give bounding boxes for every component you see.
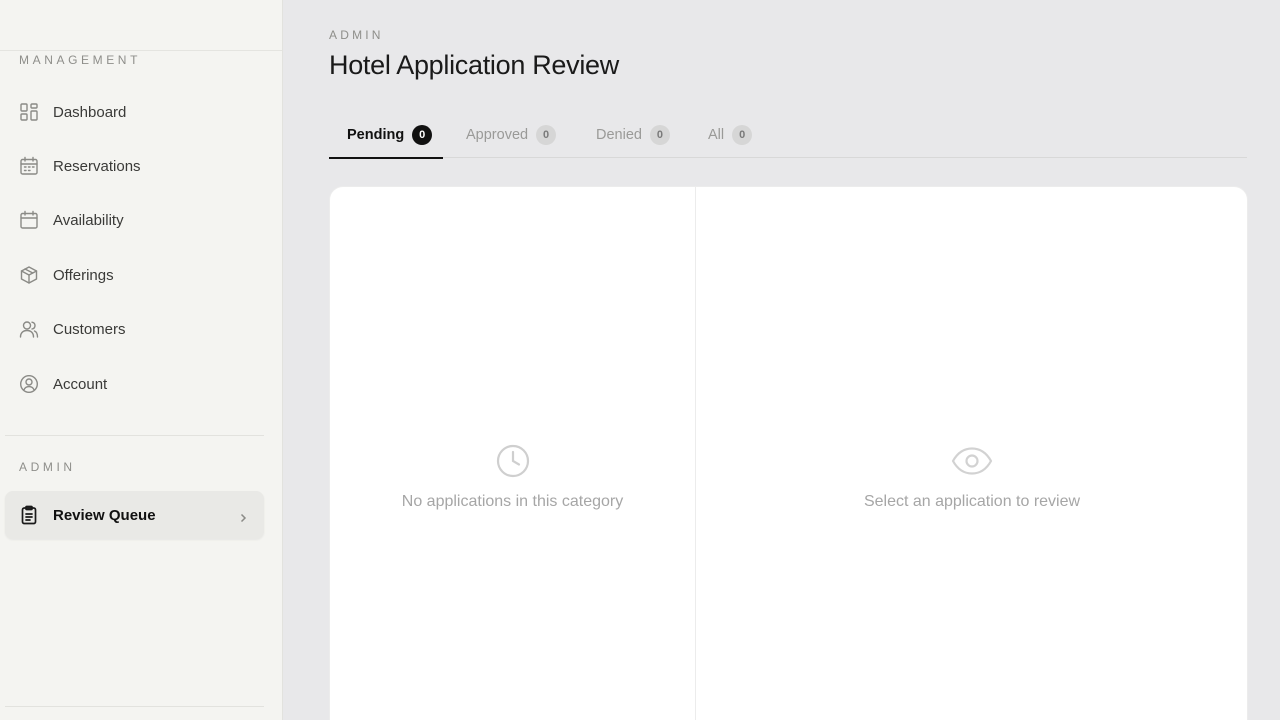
tab-count-badge: 0 — [649, 125, 670, 145]
sidebar-item-reservations[interactable]: Reservations — [5, 142, 264, 190]
eye-icon — [950, 443, 994, 479]
sidebar-item-review-queue[interactable]: Review Queue — [5, 491, 264, 539]
sidebar-item-label: Review Queue — [53, 506, 156, 524]
calendar-icon — [18, 209, 40, 231]
sidebar-item-label: Availability — [53, 211, 124, 229]
clock-icon — [495, 443, 531, 479]
app-root: MANAGEMENT Dashboard Reservations Availa… — [0, 0, 1280, 720]
sidebar: MANAGEMENT Dashboard Reservations Availa… — [0, 0, 283, 720]
sidebar-bottom-divider — [5, 706, 264, 707]
sidebar-admin-divider — [5, 435, 264, 436]
clipboard-icon — [18, 504, 40, 526]
tab-count-badge: 0 — [412, 125, 433, 145]
tab-label: Approved — [466, 127, 529, 143]
sidebar-item-label: Customers — [53, 320, 126, 338]
sidebar-item-dashboard[interactable]: Dashboard — [5, 88, 264, 136]
users-icon — [18, 318, 40, 340]
tab-pending[interactable]: Pending 0 — [329, 112, 443, 159]
status-tabs: Pending 0 Approved 0 Denied 0 All 0 — [329, 112, 1247, 159]
tab-label: Pending — [347, 127, 405, 143]
sidebar-item-account[interactable]: Account — [5, 360, 264, 408]
tab-count-badge: 0 — [536, 125, 557, 145]
sidebar-item-label: Dashboard — [53, 103, 127, 121]
sidebar-item-customers[interactable]: Customers — [5, 305, 264, 353]
application-detail-empty-state: Select an application to review — [696, 443, 1248, 511]
dashboard-grid-icon — [18, 101, 40, 123]
sidebar-top-divider — [0, 50, 282, 51]
page-title: Hotel Application Review — [329, 50, 619, 80]
box-icon — [18, 264, 40, 286]
sidebar-item-label: Offerings — [53, 266, 114, 284]
tab-all[interactable]: All 0 — [708, 112, 753, 158]
review-panel: No applications in this category Select … — [329, 186, 1248, 720]
sidebar-item-availability[interactable]: Availability — [5, 196, 264, 244]
sidebar-item-label: Reservations — [53, 157, 141, 175]
empty-list-message: No applications in this category — [401, 493, 624, 510]
tab-count-badge: 0 — [732, 125, 753, 145]
admin-section-label: ADMIN — [19, 460, 76, 474]
empty-detail-message: Select an application to review — [863, 493, 1081, 510]
chevron-right-icon — [238, 510, 248, 523]
user-circle-icon — [18, 373, 40, 395]
application-list-empty-state: No applications in this category — [330, 443, 695, 511]
page-eyebrow: ADMIN — [329, 28, 384, 42]
tab-label: Denied — [596, 127, 642, 143]
main-content: ADMIN Hotel Application Review Pending 0… — [283, 0, 1280, 720]
tab-denied[interactable]: Denied 0 — [596, 112, 670, 158]
tab-label: All — [708, 127, 725, 143]
management-section-label: MANAGEMENT — [19, 53, 142, 67]
tab-approved[interactable]: Approved 0 — [466, 112, 557, 158]
sidebar-item-offerings[interactable]: Offerings — [5, 251, 264, 299]
sidebar-item-label: Account — [53, 375, 108, 393]
calendar-list-icon — [18, 155, 40, 177]
